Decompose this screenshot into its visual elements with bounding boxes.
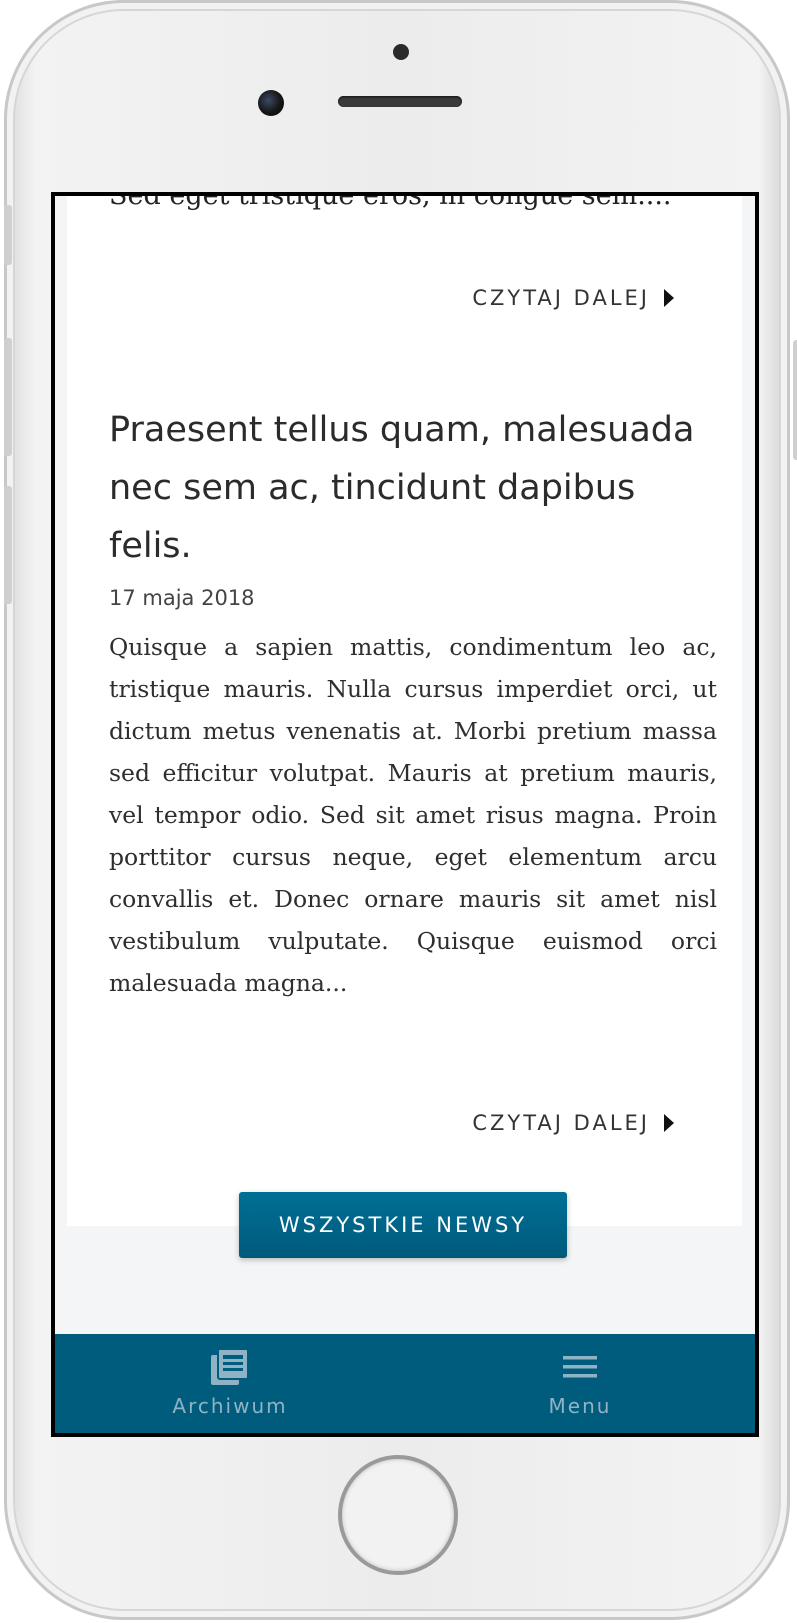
previous-article-excerpt: Sed eget tristique eros, in congue sem..…	[109, 192, 672, 211]
nav-item-archive[interactable]: Archiwum	[55, 1334, 405, 1433]
volume-down-button	[4, 486, 12, 604]
bottom-navigation: Archiwum Menu	[55, 1334, 755, 1433]
caret-right-icon	[664, 1114, 674, 1132]
news-card: Sed eget tristique eros, in congue sem..…	[67, 196, 742, 1226]
read-more-label: CZYTAJ DALEJ	[472, 286, 650, 310]
proximity-sensor	[393, 44, 409, 60]
home-button[interactable]	[338, 1455, 458, 1575]
mute-switch	[4, 205, 12, 265]
front-camera	[258, 90, 284, 116]
article-title[interactable]: Praesent tellus quam, malesuada nec sem …	[109, 401, 709, 575]
screen: Sed eget tristique eros, in congue sem..…	[51, 192, 759, 1437]
newspaper-icon	[210, 1348, 250, 1386]
read-more-link-previous[interactable]: CZYTAJ DALEJ	[472, 286, 674, 310]
earpiece-speaker	[338, 96, 462, 107]
nav-label-archive: Archiwum	[172, 1394, 288, 1418]
hamburger-menu-icon	[561, 1348, 599, 1386]
article-excerpt: Quisque a sapien mattis, condimentum leo…	[109, 633, 717, 997]
read-more-label: CZYTAJ DALEJ	[472, 1111, 650, 1135]
read-more-link[interactable]: CZYTAJ DALEJ	[472, 1111, 674, 1135]
phone-frame: Sed eget tristique eros, in congue sem..…	[4, 0, 797, 1620]
nav-item-menu[interactable]: Menu	[405, 1334, 755, 1433]
nav-label-menu: Menu	[548, 1394, 612, 1418]
article-date: 17 maja 2018	[109, 586, 255, 610]
power-button	[793, 340, 797, 460]
all-news-button[interactable]: WSZYSTKIE NEWSY	[239, 1192, 567, 1258]
caret-right-icon	[664, 289, 674, 307]
volume-up-button	[4, 338, 12, 456]
